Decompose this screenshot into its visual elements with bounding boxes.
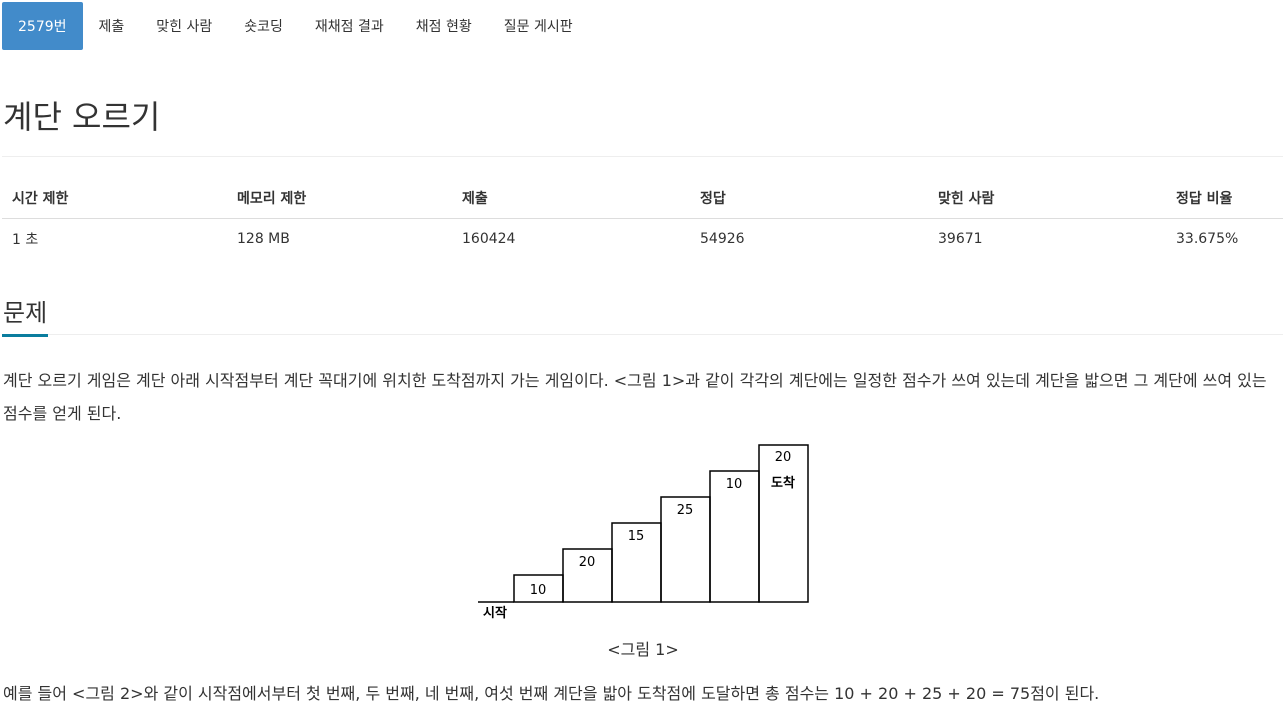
figure-caption: <그림 1>	[607, 640, 679, 659]
header-submissions: 제출	[452, 178, 690, 219]
cell-time-limit: 1 초	[12, 232, 39, 248]
header-memory-limit: 메모리 제한	[227, 178, 452, 219]
staircase-diagram: 10 20 15 25 10 20 도착 시작	[478, 444, 809, 621]
page-title: 계단 오르기	[3, 98, 161, 136]
header-solved-users: 맞힌 사람	[928, 178, 1166, 219]
tab-rejudge-result[interactable]: 재채점 결과	[299, 2, 400, 50]
step-score-label: 10	[726, 477, 743, 492]
step-score-label: 15	[628, 529, 645, 544]
step-score-label: 20	[775, 450, 792, 465]
cell-accept-ratio: 33.675%	[1176, 231, 1239, 247]
end-label: 도착	[771, 475, 795, 491]
cell-memory-limit: 128 MB	[237, 231, 290, 247]
problem-info-table: 시간 제한 메모리 제한 제출 정답 맞힌 사람 정답 비율 1 초 128 M…	[2, 178, 1283, 259]
title-divider	[2, 156, 1283, 157]
tab-short-coding[interactable]: 숏코딩	[228, 2, 299, 50]
staircase-figure: 10 20 15 25 10 20 도착 시작	[476, 440, 816, 626]
section-title: 문제	[3, 299, 48, 327]
header-accepted: 정답	[690, 178, 928, 219]
header-time-limit: 시간 제한	[2, 178, 227, 219]
cell-submissions: 160424	[462, 231, 516, 247]
step-score-label: 25	[677, 503, 694, 518]
header-accept-ratio: 정답 비율	[1166, 178, 1283, 219]
step-score-label: 20	[579, 555, 596, 570]
section-title-underline	[2, 334, 48, 337]
table-row: 1 초 128 MB 160424 54926 39671 33.675%	[2, 219, 1283, 260]
problem-tabs: 2579번 제출 맞힌 사람 숏코딩 재채점 결과 채점 현황 질문 게시판	[2, 2, 589, 50]
problem-example: 예를 들어 <그림 2>와 같이 시작점에서부터 첫 번째, 두 번째, 네 번…	[3, 684, 1100, 703]
problem-description: 계단 오르기 게임은 계단 아래 시작점부터 계단 꼭대기에 위치한 도착점까지…	[3, 371, 1267, 423]
stair-step	[758, 444, 809, 603]
cell-accepted: 54926	[700, 231, 745, 247]
cell-solved-users: 39671	[938, 231, 983, 247]
tab-question-board[interactable]: 질문 게시판	[488, 2, 589, 50]
tab-status[interactable]: 채점 현황	[400, 2, 488, 50]
section-divider	[2, 334, 1283, 335]
tab-submit[interactable]: 제출	[83, 2, 141, 50]
start-label: 시작	[483, 605, 507, 621]
tab-solved-users[interactable]: 맞힌 사람	[140, 2, 228, 50]
tab-problem[interactable]: 2579번	[2, 2, 83, 50]
table-header-row: 시간 제한 메모리 제한 제출 정답 맞힌 사람 정답 비율	[2, 178, 1283, 219]
step-score-label: 10	[530, 583, 547, 598]
